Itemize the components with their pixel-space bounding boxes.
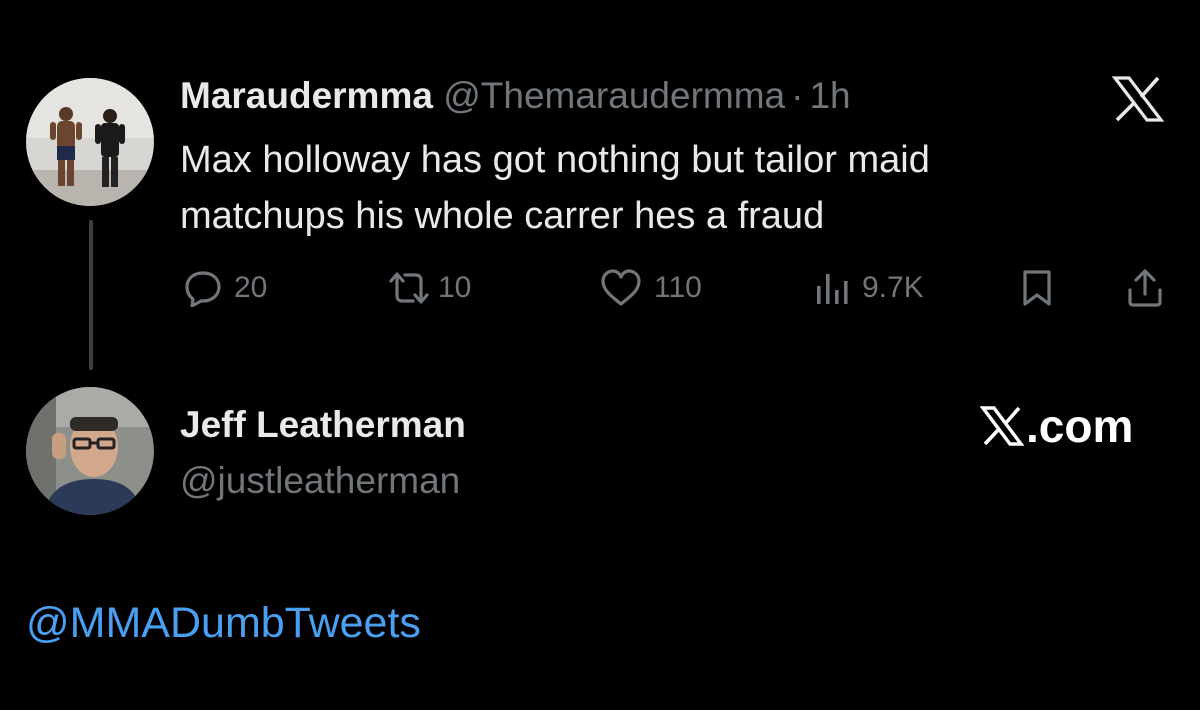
thread-connector-line [89, 220, 93, 370]
avatar-image [26, 78, 154, 206]
header-separator: · [791, 75, 804, 116]
tweet-header: Maraudermma @Themaraudermma · 1h [180, 74, 851, 118]
share-icon [1128, 269, 1162, 307]
avatar-image [26, 387, 154, 515]
bookmark-button[interactable] [1020, 266, 1054, 310]
x-letter-icon [980, 406, 1024, 446]
author-display-name[interactable]: Maraudermma [180, 75, 433, 116]
reply-button[interactable]: 20 [184, 266, 267, 310]
tweet-text-line-1: Max holloway has got nothing but tailor … [180, 139, 930, 181]
avatar-maraudermma[interactable] [26, 78, 154, 206]
author-handle[interactable]: @Themaraudermma [443, 75, 785, 116]
x-com-watermark: .com [980, 400, 1133, 452]
heart-icon [601, 269, 641, 306]
x-logo-icon [1108, 76, 1168, 122]
views-chart-icon [817, 274, 848, 304]
tweet-timestamp[interactable]: 1h [809, 75, 850, 116]
reply-icon [185, 271, 221, 307]
avatar-jeff-leatherman[interactable] [26, 387, 154, 515]
reply-count: 20 [234, 271, 268, 304]
reply-author-handle[interactable]: @justleatherman [180, 458, 460, 504]
share-button[interactable] [1126, 266, 1164, 310]
like-button[interactable]: 110 [600, 266, 702, 310]
x-com-watermark-text: .com [1026, 400, 1134, 452]
repost-button[interactable]: 10 [386, 266, 471, 310]
tweet-text-line-2: matchups his whole carrer hes a fraud [180, 195, 825, 237]
like-count: 110 [654, 271, 702, 304]
view-count: 9.7K [862, 271, 924, 304]
repost-count: 10 [438, 271, 472, 304]
views-button[interactable]: 9.7K [814, 266, 924, 310]
reply-author-display-name[interactable]: Jeff Leatherman [180, 402, 466, 448]
repost-icon [389, 272, 429, 304]
tweet-text: Max holloway has got nothing but tailor … [180, 132, 1140, 244]
caption-mention-link[interactable]: @MMADumbTweets [26, 596, 421, 650]
bookmark-icon [1023, 270, 1051, 306]
